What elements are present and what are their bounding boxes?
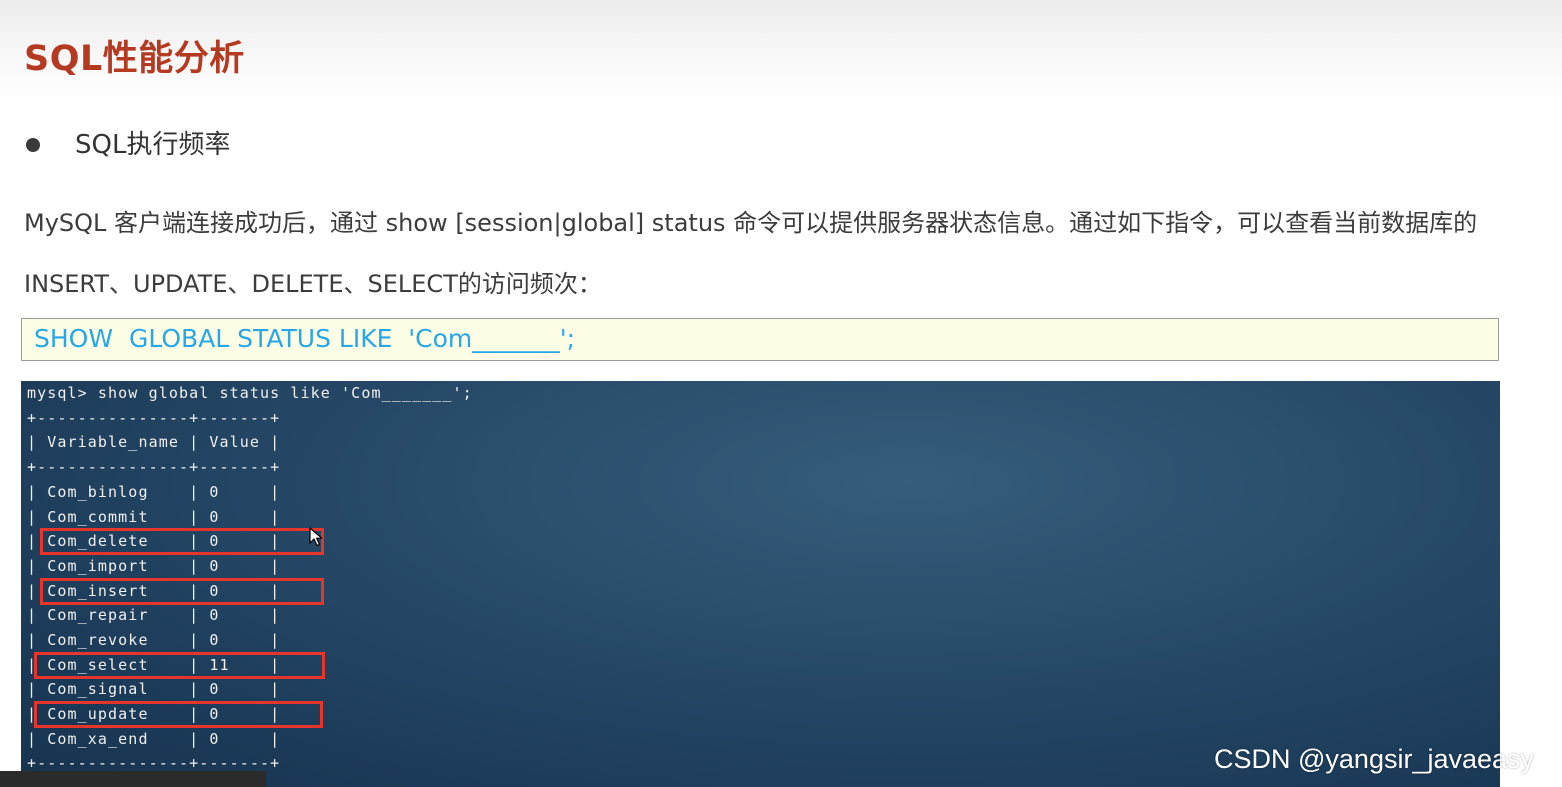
- taskbar-strip: [0, 771, 266, 787]
- description-line-2: INSERT、UPDATE、DELETE、SELECT的访问频次：: [24, 270, 602, 298]
- highlight-com-update: [34, 701, 323, 728]
- table-row: | Com_signal | 0 |: [27, 680, 281, 698]
- table-border-mid: +---------------+-------+: [27, 458, 281, 476]
- terminal-screenshot: mysql> show global status like 'Com_____…: [21, 381, 1500, 787]
- bullet-dot-icon: [26, 138, 40, 152]
- table-row: | Com_revoke | 0 |: [27, 631, 281, 649]
- table-row: | Com_repair | 0 |: [27, 606, 281, 624]
- table-row: | Com_binlog | 0 |: [27, 483, 281, 501]
- table-border-top: +---------------+-------+: [27, 409, 281, 427]
- page-title: SQL性能分析: [24, 39, 245, 79]
- highlight-com-insert: [40, 578, 324, 605]
- code-text: SHOW GLOBAL STATUS LIKE 'Com_______';: [34, 324, 576, 353]
- table-header: | Variable_name | Value |: [27, 433, 281, 451]
- table-row: | Com_import | 0 |: [27, 557, 281, 575]
- csdn-watermark: CSDN @yangsir_javaeasy: [1214, 744, 1535, 774]
- highlight-com-delete: [40, 528, 324, 555]
- mouse-cursor-icon: [309, 527, 323, 547]
- code-block: SHOW GLOBAL STATUS LIKE 'Com_______';: [21, 318, 1499, 361]
- terminal-command: mysql> show global status like 'Com_____…: [27, 384, 473, 402]
- bullet-heading: SQL执行频率: [75, 130, 231, 160]
- table-row: | Com_commit | 0 |: [27, 508, 281, 526]
- description-line-1: MySQL 客户端连接成功后，通过 show [session|global] …: [24, 209, 1478, 237]
- table-border-bottom: +---------------+-------+: [27, 754, 281, 772]
- highlight-com-select: [34, 652, 325, 679]
- table-row: | Com_xa_end | 0 |: [27, 730, 281, 748]
